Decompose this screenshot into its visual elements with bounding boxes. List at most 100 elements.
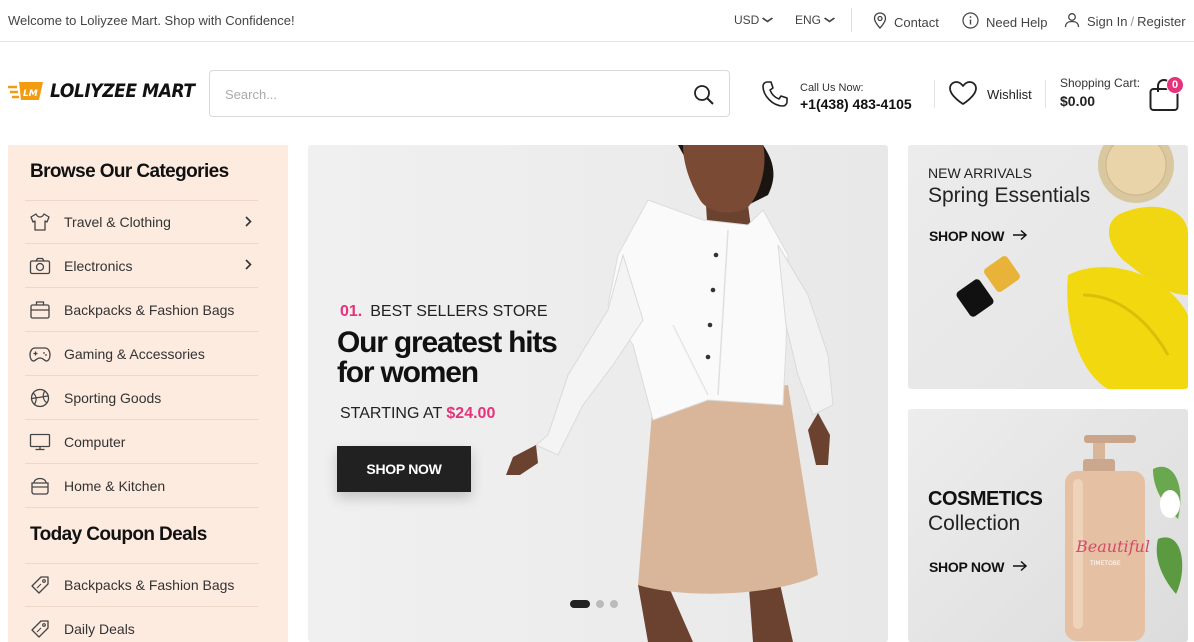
hero-headline: Our greatest hits for women [337, 326, 558, 389]
currency-label: USD [734, 13, 760, 27]
help-link[interactable]: Need Help [962, 12, 1047, 32]
help-label: Need Help [986, 14, 1048, 30]
hero-eyebrow-text: BEST SELLERS STORE [370, 303, 548, 320]
ball-icon [29, 387, 51, 409]
welcome-message: Welcome to Loliyzee Mart. Shop with Conf… [8, 13, 295, 28]
gamepad-icon [29, 343, 51, 365]
coupon-deals-title: Today Coupon Deals [30, 524, 207, 545]
call-us[interactable]: Call Us Now: +1(438) 483-4105 [760, 79, 912, 114]
chevron-down-icon [762, 15, 775, 25]
svg-text:Beautiful: Beautiful [1075, 537, 1150, 556]
language-selector[interactable]: ENG [795, 13, 836, 27]
call-number: +1(438) 483-4105 [800, 95, 912, 112]
banner-shop-now-label: SHOP NOW [929, 228, 1005, 244]
cart-label: Shopping Cart: [1060, 76, 1141, 90]
category-item-backpacks[interactable]: Backpacks & Fashion Bags [25, 288, 258, 332]
search-bar [209, 70, 730, 117]
divider [934, 80, 935, 108]
shopping-cart-summary[interactable]: Shopping Cart: $0.00 [1060, 76, 1140, 109]
arrow-right-icon [1012, 559, 1028, 575]
signin-link[interactable]: Sign In [1087, 14, 1127, 29]
category-label: Gaming & Accessories [64, 345, 205, 362]
hero-price-line: STARTING AT $24.00 [340, 405, 495, 423]
banner-shop-now-label: SHOP NOW [929, 559, 1005, 575]
top-bar: Welcome to Loliyzee Mart. Shop with Conf… [0, 0, 1194, 42]
hero-eyebrow: 01. BEST SELLERS STORE [340, 303, 548, 321]
svg-text:TIMETOBE: TIMETOBE [1089, 560, 1121, 567]
spring-products-image [956, 145, 1188, 389]
cart-amount: $0.00 [1060, 93, 1096, 109]
account-links: Sign In / Register [1064, 12, 1186, 31]
wishlist-link[interactable]: Wishlist [948, 80, 1032, 109]
category-item-travel-clothing[interactable]: Travel & Clothing [25, 200, 258, 244]
category-label: Backpacks & Fashion Bags [64, 301, 235, 318]
hero-slider: 01. BEST SELLERS STORE Our greatest hits… [308, 145, 888, 642]
slider-dots [570, 600, 618, 608]
category-item-electronics[interactable]: Electronics [25, 244, 258, 288]
category-label: Home & Kitchen [64, 477, 166, 494]
contact-label: Contact [894, 14, 939, 30]
slider-dot[interactable] [570, 600, 590, 608]
tag-icon [29, 618, 51, 640]
deal-label: Backpacks & Fashion Bags [64, 577, 235, 593]
location-pin-icon [873, 12, 887, 32]
banner-title: COSMETICS [928, 488, 1043, 510]
slider-dot[interactable] [610, 600, 618, 608]
tshirt-icon [29, 211, 51, 233]
arrow-right-icon [1012, 228, 1028, 244]
monitor-icon [29, 431, 51, 453]
slider-dot[interactable] [596, 600, 604, 608]
register-link[interactable]: Register [1137, 14, 1185, 29]
search-button[interactable] [693, 84, 715, 106]
category-item-home-kitchen[interactable]: Home & Kitchen [25, 464, 258, 508]
hero-price: $24.00 [446, 405, 496, 422]
contact-link[interactable]: Contact [873, 12, 939, 32]
hero-model-image [506, 145, 834, 642]
category-item-gaming[interactable]: Gaming & Accessories [25, 332, 258, 376]
category-item-sporting[interactable]: Sporting Goods [25, 376, 258, 420]
language-label: ENG [795, 13, 822, 27]
camera-icon [29, 255, 51, 277]
categories-title: Browse Our Categories [30, 161, 229, 182]
chevron-right-icon [245, 216, 252, 230]
slide-number: 01. [340, 303, 363, 320]
heart-icon [948, 80, 978, 109]
phone-icon [760, 79, 790, 114]
banner-subtitle: Collection [928, 512, 1021, 535]
spring-essentials-banner[interactable]: NEW ARRIVALS Spring Essentials SHOP NOW [908, 145, 1188, 389]
tag-icon [29, 574, 51, 596]
deal-list: Backpacks & Fashion Bags Daily Deals [25, 563, 258, 642]
chevron-down-icon [823, 15, 836, 25]
category-list: Travel & Clothing Electronics Backpacks … [25, 200, 258, 508]
logo-cart-icon: LM [8, 80, 46, 102]
banner-shop-now-link[interactable]: SHOP NOW [929, 559, 1028, 575]
deal-item-backpacks[interactable]: Backpacks & Fashion Bags [25, 563, 258, 607]
banner-eyebrow: NEW ARRIVALS [928, 165, 1032, 181]
slash-divider: / [1130, 14, 1135, 29]
category-item-computer[interactable]: Computer [25, 420, 258, 464]
deal-label: Daily Deals [64, 620, 135, 637]
divider [1045, 80, 1046, 108]
cosmetics-banner[interactable]: Beautiful TIMETOBE COSMETICS Collection … [908, 409, 1188, 642]
banner-shop-now-link[interactable]: SHOP NOW [929, 228, 1028, 244]
banner-title: Spring Essentials [928, 184, 1091, 207]
currency-selector[interactable]: USD [734, 13, 775, 27]
search-input[interactable] [225, 83, 665, 105]
info-icon [962, 12, 979, 32]
call-label: Call Us Now: [800, 81, 864, 94]
starting-at-label: STARTING AT [340, 405, 442, 422]
hero-shop-now-button[interactable]: SHOP NOW [337, 446, 471, 492]
bag-icon [29, 299, 51, 321]
wishlist-label: Wishlist [987, 87, 1032, 102]
deal-item-daily[interactable]: Daily Deals [25, 607, 258, 642]
divider [851, 8, 852, 32]
category-sidebar: Browse Our Categories Travel & Clothing … [8, 145, 288, 642]
logo-badge-text: LM [23, 89, 38, 99]
site-logo[interactable]: LM LOLIYZEE MART [8, 80, 211, 102]
search-icon [694, 85, 714, 105]
pot-icon [29, 475, 51, 497]
category-label: Sporting Goods [64, 389, 162, 406]
chevron-right-icon [245, 259, 252, 273]
cart-count-badge: 0 [1166, 76, 1184, 94]
category-label: Computer [64, 433, 126, 450]
